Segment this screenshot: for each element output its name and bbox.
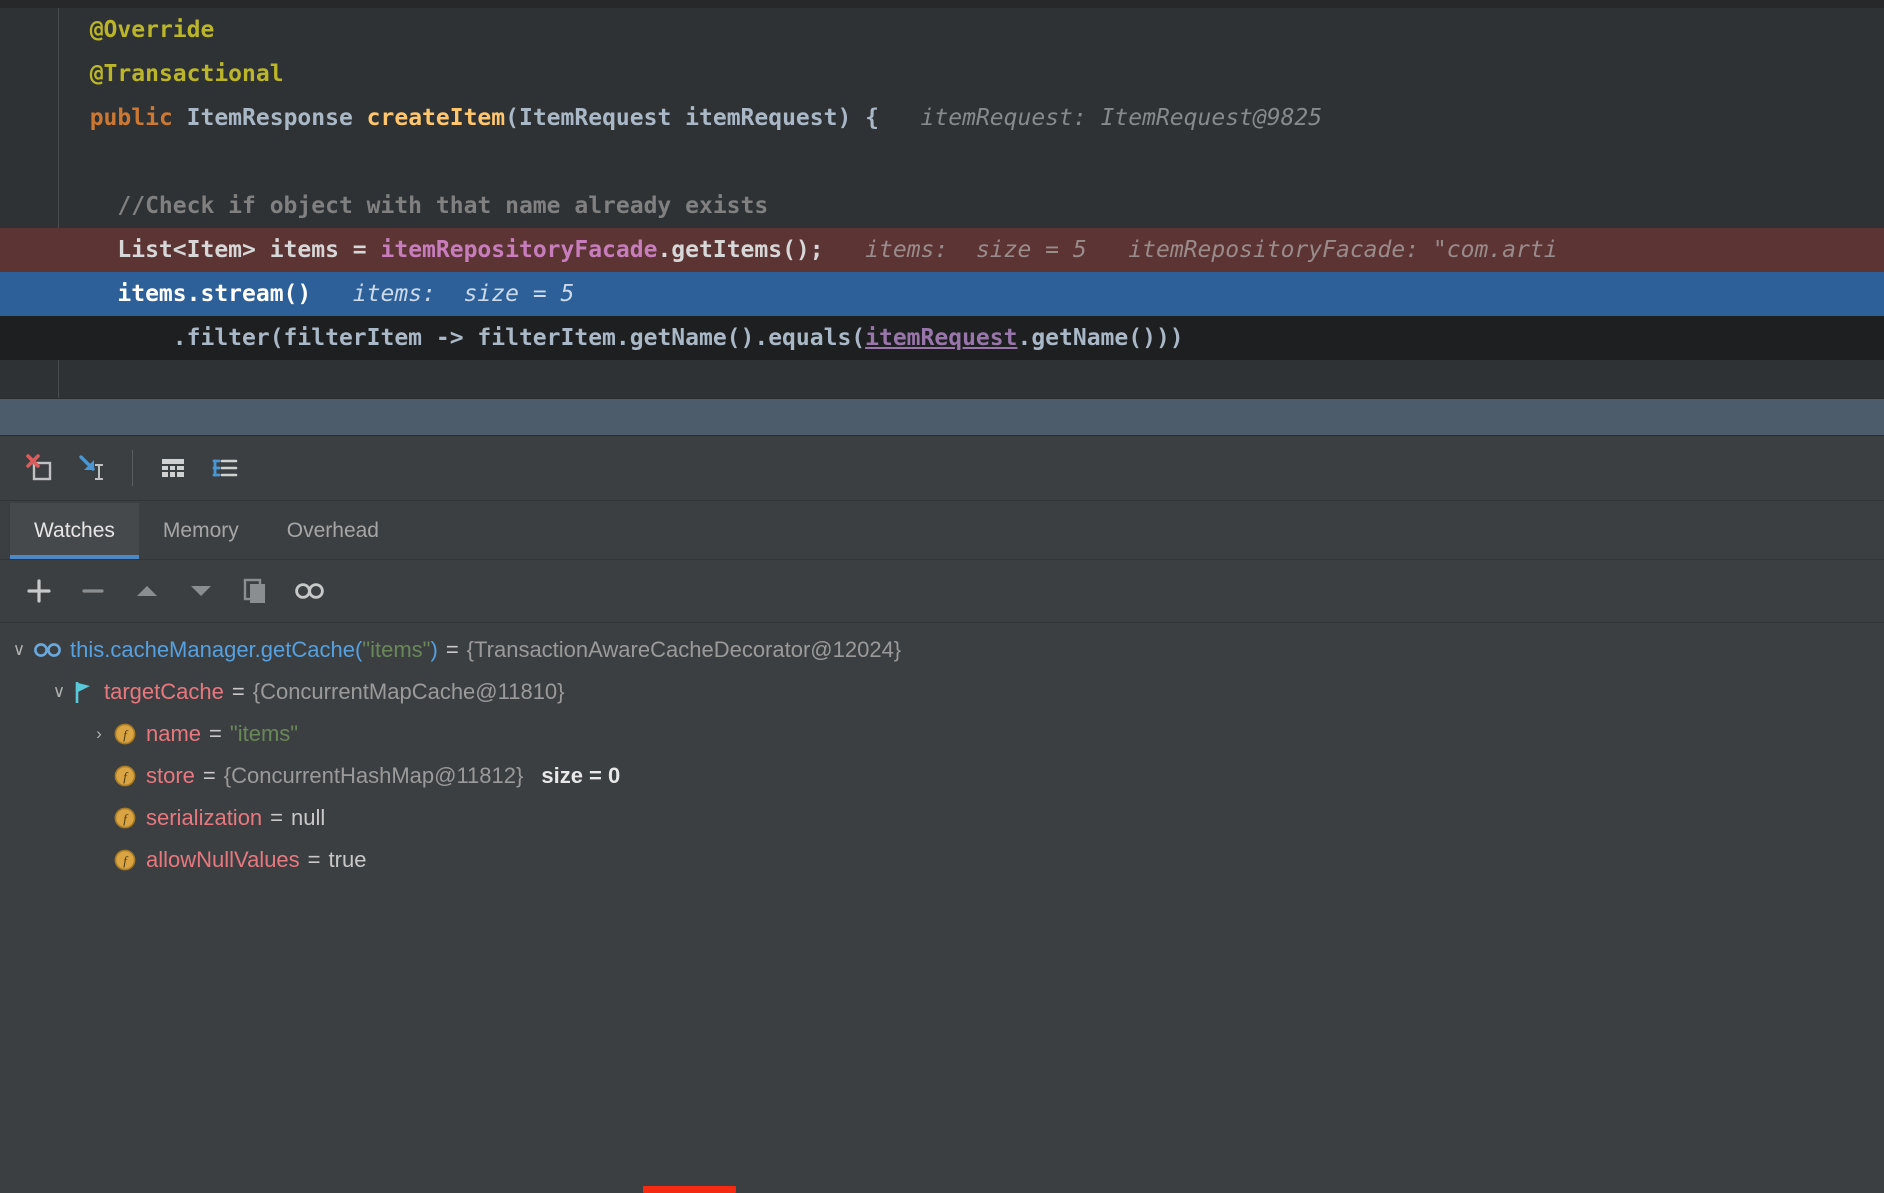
code-token: public (89, 105, 187, 131)
code-token: @Transactional (89, 61, 284, 87)
equals-sign: = (445, 637, 459, 662)
watch-value-size: size = 0 (541, 763, 621, 788)
watch-tree-row[interactable]: ·fstore = {ConcurrentHashMap@11812} size = … (0, 755, 1884, 797)
red-underline-annotation (643, 1186, 736, 1193)
chevron-down-icon[interactable]: ∨ (6, 640, 32, 660)
equals-sign: = (307, 847, 321, 872)
minus-icon[interactable] (66, 567, 120, 615)
watch-tree-row[interactable]: ·f allowNullValues = true (0, 839, 1884, 881)
copy-icon[interactable] (228, 567, 282, 615)
code-line[interactable]: List<Item> items = itemRepositoryFacade.… (0, 228, 1884, 272)
table-view-icon[interactable] (147, 444, 199, 492)
equals-sign: = (209, 721, 222, 746)
toolbar-separator (132, 450, 133, 486)
chevron-right-icon[interactable]: › (86, 724, 112, 744)
watch-name: name (146, 721, 202, 746)
code-line[interactable]: //Check if object with that name already… (0, 184, 1884, 228)
code-editor[interactable]: @Override @Transactional public ItemResp… (0, 0, 1884, 398)
watch-value: true (328, 847, 367, 872)
field-icon: f (112, 763, 138, 789)
code-line[interactable]: items.stream() items: size = 5 (0, 272, 1884, 316)
panel-splitter[interactable] (0, 398, 1884, 436)
code-line[interactable]: .filter(filterItem -> filterItem.getName… (0, 316, 1884, 360)
debugger-panel: Watches Memory Overhead ∨ this.cacheManager… (0, 436, 1884, 1193)
tab-watches[interactable]: Watches (10, 503, 139, 559)
watches-toolbar (0, 560, 1884, 623)
code-token: .getName())) (1017, 325, 1184, 351)
watch-name: serialization (146, 805, 263, 830)
code-token: List<Item> items = (117, 237, 381, 263)
watch-name: this.cacheManager.getCache( (70, 637, 363, 662)
inline-debug-hint[interactable]: itemRepositoryFacade: "com.arti (1087, 237, 1557, 263)
code-token: items.stream() (117, 281, 312, 307)
code-line[interactable]: public ItemResponse createItem(ItemReque… (0, 96, 1884, 140)
glasses-icon (32, 637, 62, 663)
glasses-icon[interactable] (282, 567, 336, 615)
mute-breakpoints-icon[interactable] (14, 444, 66, 492)
twisty-spacer: · (86, 766, 112, 786)
ide-debug-screen: @Override @Transactional public ItemResp… (0, 0, 1884, 1193)
inline-debug-hint[interactable]: items: size = 5 (311, 281, 575, 307)
code-token: //Check if object with that name already… (117, 193, 769, 219)
twisty-spacer: · (86, 850, 112, 870)
watch-name: targetCache (104, 679, 224, 704)
debugger-tabs: Watches Memory Overhead (0, 501, 1884, 560)
watch-tree-row[interactable]: ∨ targetCache = {ConcurrentMapCache@11810} (0, 671, 1884, 713)
field-icon: f (112, 721, 138, 747)
inline-debug-hint[interactable]: items: size = 5 (824, 237, 1087, 263)
watch-value: {ConcurrentHashMap@11812} (223, 763, 524, 788)
code-token: ItemResponse (186, 105, 367, 131)
flag-icon (72, 679, 96, 705)
debugger-toolbar (0, 436, 1884, 501)
equals-sign: = (270, 805, 284, 830)
watch-tree-row[interactable]: ∨ this.cacheManager.getCache("items") = {Tr… (0, 629, 1884, 671)
watches-tree: ∨ this.cacheManager.getCache("items") = {Tr… (0, 623, 1884, 881)
watch-value: {ConcurrentMapCache@11810} (252, 679, 565, 704)
watch-name: store (146, 763, 195, 788)
chevron-down-icon[interactable]: ∨ (46, 682, 72, 702)
twisty-spacer: · (86, 808, 112, 828)
field-icon: f (112, 805, 138, 831)
code-lines: @Override @Transactional public ItemResp… (0, 8, 1884, 360)
code-token: itemRequest (865, 325, 1018, 351)
tab-memory[interactable]: Memory (139, 503, 263, 559)
code-token: @Override (89, 17, 215, 43)
watch-tree-row[interactable]: › f name = "items" (0, 713, 1884, 755)
code-line[interactable]: @Override (0, 8, 1884, 52)
code-token: (ItemRequest itemRequest) { (505, 105, 880, 131)
tab-overhead[interactable]: Overhead (263, 503, 403, 559)
plus-icon[interactable] (12, 567, 66, 615)
watch-value: "items" (229, 721, 299, 746)
code-token: .getItems(); (657, 237, 824, 263)
watch-name: "items" (362, 637, 431, 662)
equals-sign: = (202, 763, 216, 788)
layout-settings-icon[interactable] (199, 444, 251, 492)
arrow-up-icon[interactable] (120, 567, 174, 615)
inline-debug-hint[interactable]: itemRequest: ItemRequest@9825 (879, 105, 1323, 131)
code-token: createItem (366, 105, 506, 131)
watch-tree-row[interactable]: ·f serialization = null (0, 797, 1884, 839)
editor-top-strip (0, 0, 1884, 8)
watch-value: null (291, 805, 326, 830)
arrow-down-icon[interactable] (174, 567, 228, 615)
code-token: itemRepositoryFacade (380, 237, 658, 263)
code-line[interactable] (0, 140, 1884, 184)
watch-name: allowNullValues (146, 847, 300, 872)
code-token: .filter(filterItem -> filterItem.getName… (172, 325, 866, 351)
equals-sign: = (231, 679, 245, 704)
field-icon: f (112, 847, 138, 873)
watch-value: {TransactionAwareCacheDecorator@12024} (466, 637, 902, 662)
code-line[interactable]: @Transactional (0, 52, 1884, 96)
watch-name: ) (430, 637, 438, 662)
run-to-cursor-icon[interactable] (66, 444, 118, 492)
